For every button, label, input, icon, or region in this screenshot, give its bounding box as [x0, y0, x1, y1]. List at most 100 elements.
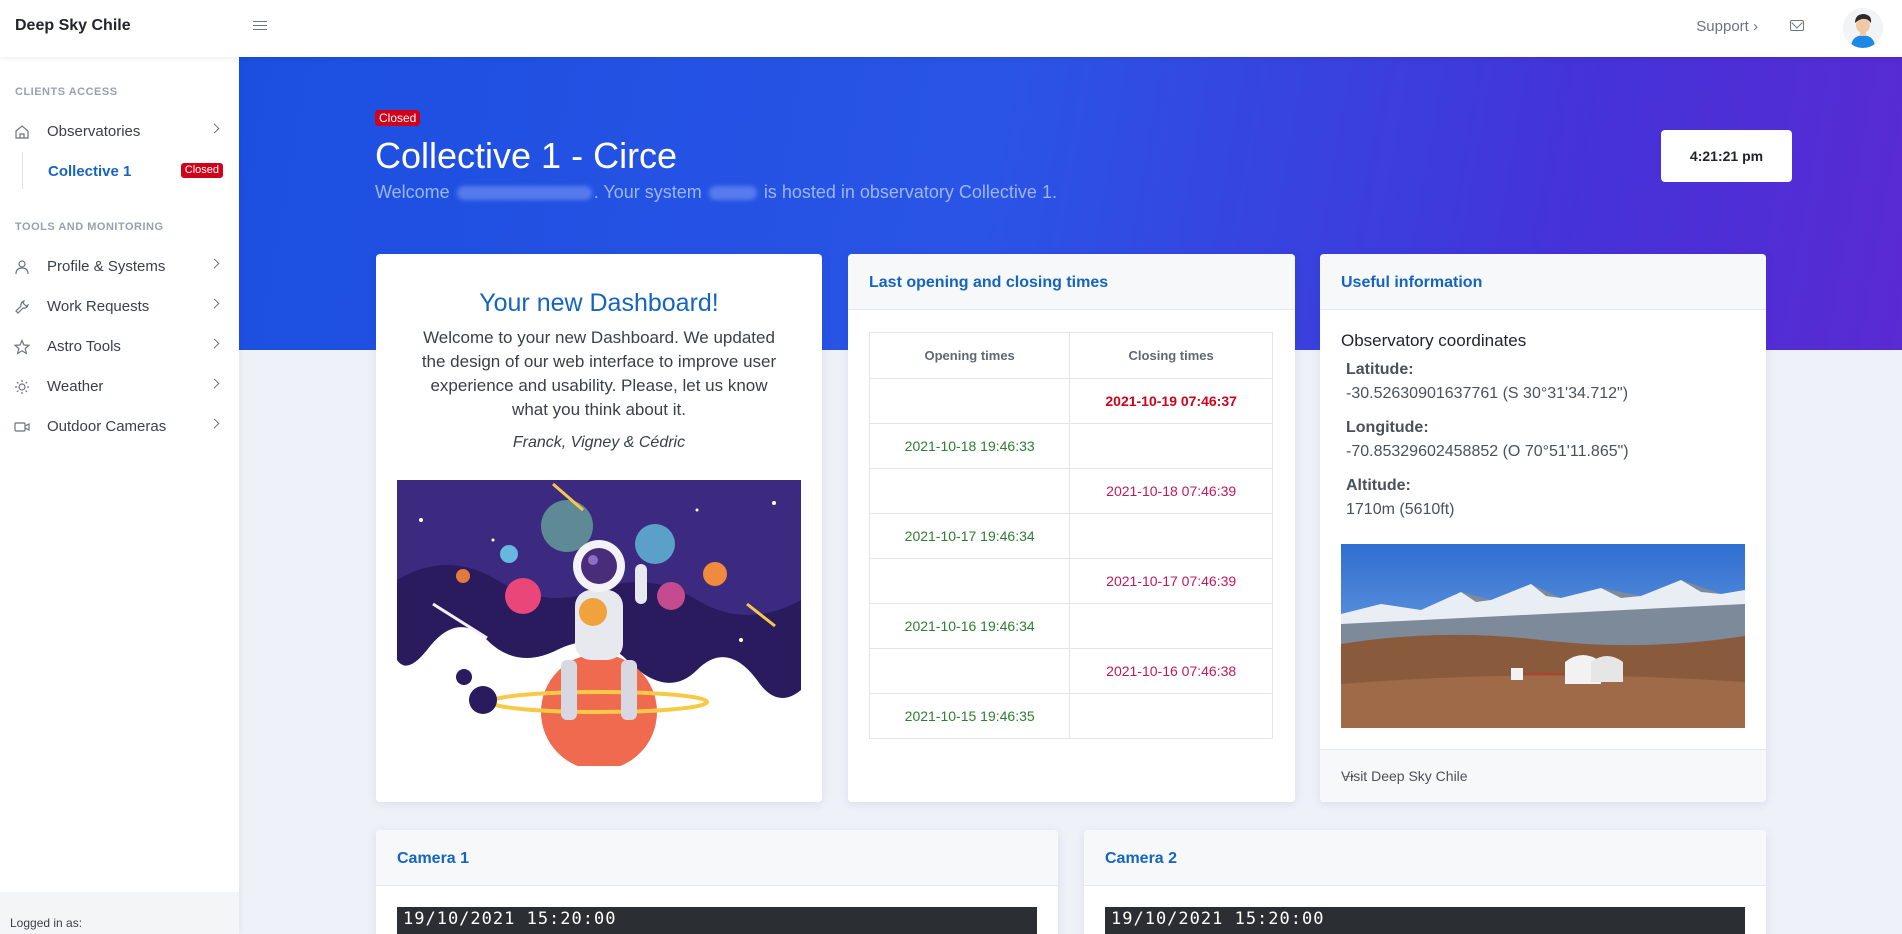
sidebar: CLIENTS ACCESS Observatories Collective … — [0, 57, 239, 934]
sidebar-section-clients: CLIENTS ACCESS — [15, 86, 118, 98]
sidebar-item-label: Profile & Systems — [47, 258, 166, 275]
opening-time-cell — [868, 558, 1071, 604]
column-header-closing: Closing times — [1069, 332, 1273, 379]
logged-in-label: Logged in as: — [10, 916, 83, 930]
table-row: 2021-10-18 19:46:33 — [868, 423, 1273, 469]
chevron-right-icon — [209, 298, 220, 309]
closing-time-cell: 2021-10-17 07:46:39 — [1069, 558, 1273, 604]
astronaut-illustration — [397, 480, 801, 766]
sidebar-item-label: Work Requests — [47, 298, 150, 315]
latitude-value: -30.52630901637761 (S 30°31'34.712") — [1346, 385, 1629, 402]
redacted-user-name — [456, 186, 592, 201]
sidebar-item-observatories[interactable]: Observatories — [0, 112, 239, 148]
sidebar-subitem-collective-1[interactable]: Collective 1 Closed — [22, 152, 227, 189]
closing-time-cell — [1069, 693, 1273, 739]
closing-time-cell — [1069, 603, 1273, 649]
altitude-label: Altitude: — [1346, 477, 1411, 494]
dashboard-title: Your new Dashboard! — [479, 289, 719, 317]
sidebar-item-outdoor-cameras[interactable]: Outdoor Cameras — [0, 407, 239, 443]
opening-time-cell: 2021-10-17 19:46:34 — [868, 513, 1071, 559]
table-row: 2021-10-17 07:46:39 — [868, 558, 1273, 604]
welcome-text-part: . Your system — [593, 182, 702, 202]
top-bar: Deep Sky Chile Support › — [0, 0, 1902, 57]
chevron-right-icon — [209, 378, 220, 389]
closing-time-cell — [1069, 513, 1273, 559]
times-card-title: Last opening and closing times — [848, 254, 1295, 310]
camera-2-title: Camera 2 — [1084, 830, 1766, 886]
wrench-icon — [15, 300, 29, 314]
table-row: 2021-10-17 19:46:34 — [868, 513, 1273, 559]
camera-1-title: Camera 1 — [376, 830, 1058, 886]
dashboard-signature: Franck, Vigney & Cédric — [512, 434, 686, 451]
latitude-label: Latitude: — [1346, 361, 1414, 378]
table-row: 2021-10-15 19:46:35 — [868, 693, 1273, 739]
times-card: Last opening and closing times Opening t… — [848, 254, 1295, 802]
opening-time-cell: 2021-10-18 19:46:33 — [868, 423, 1071, 469]
chevron-right-icon — [209, 418, 220, 429]
status-badge: Closed — [180, 163, 223, 178]
opening-time-cell — [868, 468, 1071, 514]
camera-timestamp: 19/10/2021 15:20:00 — [403, 909, 617, 929]
sidebar-item-weather[interactable]: Weather — [0, 367, 239, 403]
camera-2-feed[interactable]: 19/10/2021 15:20:00 — [1105, 907, 1745, 934]
avatar[interactable] — [1843, 8, 1883, 48]
welcome-text-part: Welcome — [375, 182, 450, 202]
camera-1-card: Camera 1 19/10/2021 15:20:00 — [376, 830, 1058, 934]
opening-time-cell — [868, 378, 1071, 424]
welcome-text-part: is hosted in observatory Collective 1. — [763, 182, 1057, 202]
coordinates-heading: Observatory coordinates — [1341, 331, 1527, 350]
sidebar-item-work-requests[interactable]: Work Requests — [0, 287, 239, 323]
brand-name[interactable]: Deep Sky Chile — [15, 17, 131, 35]
camera-timestamp: 19/10/2021 15:20:00 — [1111, 909, 1325, 929]
page-title: Collective 1 - Circe — [375, 135, 678, 176]
table-row: 2021-10-16 07:46:38 — [868, 648, 1273, 694]
times-table: Opening times Closing times 2021-10-19 0… — [868, 332, 1273, 739]
table-row: 2021-10-18 07:46:39 — [868, 468, 1273, 514]
dashboard-text: Welcome to your new Dashboard. We update… — [421, 328, 777, 419]
opening-time-cell: 2021-10-16 19:46:34 — [868, 603, 1071, 649]
chevron-right-icon — [209, 123, 220, 134]
arrow-right-icon: → — [1341, 766, 1357, 783]
user-icon — [15, 260, 29, 275]
longitude-label: Longitude: — [1346, 419, 1429, 436]
closing-time-cell: 2021-10-16 07:46:38 — [1069, 648, 1273, 694]
mail-icon[interactable] — [1790, 20, 1804, 31]
closing-time-cell: 2021-10-18 07:46:39 — [1069, 468, 1273, 514]
closing-time-cell — [1069, 423, 1273, 469]
redacted-system-name — [708, 186, 757, 201]
altitude-value: 1710m (5610ft) — [1346, 501, 1455, 518]
hamburger-icon[interactable] — [253, 18, 267, 32]
camera-1-feed[interactable]: 19/10/2021 15:20:00 — [397, 907, 1037, 934]
camera-2-card: Camera 2 19/10/2021 15:20:00 — [1084, 830, 1766, 934]
video-icon — [14, 422, 30, 432]
status-badge: Closed — [375, 110, 421, 126]
info-card: Useful information Observatory coordinat… — [1320, 254, 1766, 802]
home-icon — [15, 125, 29, 139]
visit-site-link[interactable]: Visit Deep Sky Chile → — [1320, 749, 1766, 802]
sun-icon — [15, 380, 29, 394]
sidebar-item-astro-tools[interactable]: Astro Tools — [0, 327, 239, 363]
clock-display: 4:21:21 pm — [1661, 130, 1792, 182]
chevron-right-icon — [209, 338, 220, 349]
sidebar-subitem-label: Collective 1 — [48, 163, 132, 180]
sidebar-item-label: Weather — [47, 378, 104, 395]
welcome-text: Welcome . Your system is hosted in obser… — [375, 182, 1057, 203]
info-card-title: Useful information — [1320, 254, 1766, 310]
table-row: 2021-10-19 07:46:37 — [868, 378, 1273, 424]
opening-time-cell: 2021-10-15 19:46:35 — [868, 693, 1071, 739]
sidebar-section-tools: TOOLS AND MONITORING — [15, 221, 164, 233]
sidebar-item-label: Outdoor Cameras — [47, 418, 167, 435]
column-header-opening: Opening times — [868, 332, 1071, 379]
sidebar-item-profile-systems[interactable]: Profile & Systems — [0, 247, 239, 283]
dashboard-card: Your new Dashboard! Welcome to your new … — [376, 254, 822, 802]
table-row: 2021-10-16 19:46:34 — [868, 603, 1273, 649]
star-icon — [14, 339, 30, 355]
observatory-photo — [1341, 544, 1745, 728]
opening-time-cell — [868, 648, 1071, 694]
support-link[interactable]: Support › — [1696, 18, 1758, 35]
logged-in-panel: Logged in as: — [0, 892, 239, 934]
sidebar-item-label: Astro Tools — [47, 338, 121, 355]
chevron-right-icon — [209, 258, 220, 269]
sidebar-item-label: Observatories — [47, 123, 141, 140]
closing-time-cell: 2021-10-19 07:46:37 — [1069, 378, 1273, 424]
